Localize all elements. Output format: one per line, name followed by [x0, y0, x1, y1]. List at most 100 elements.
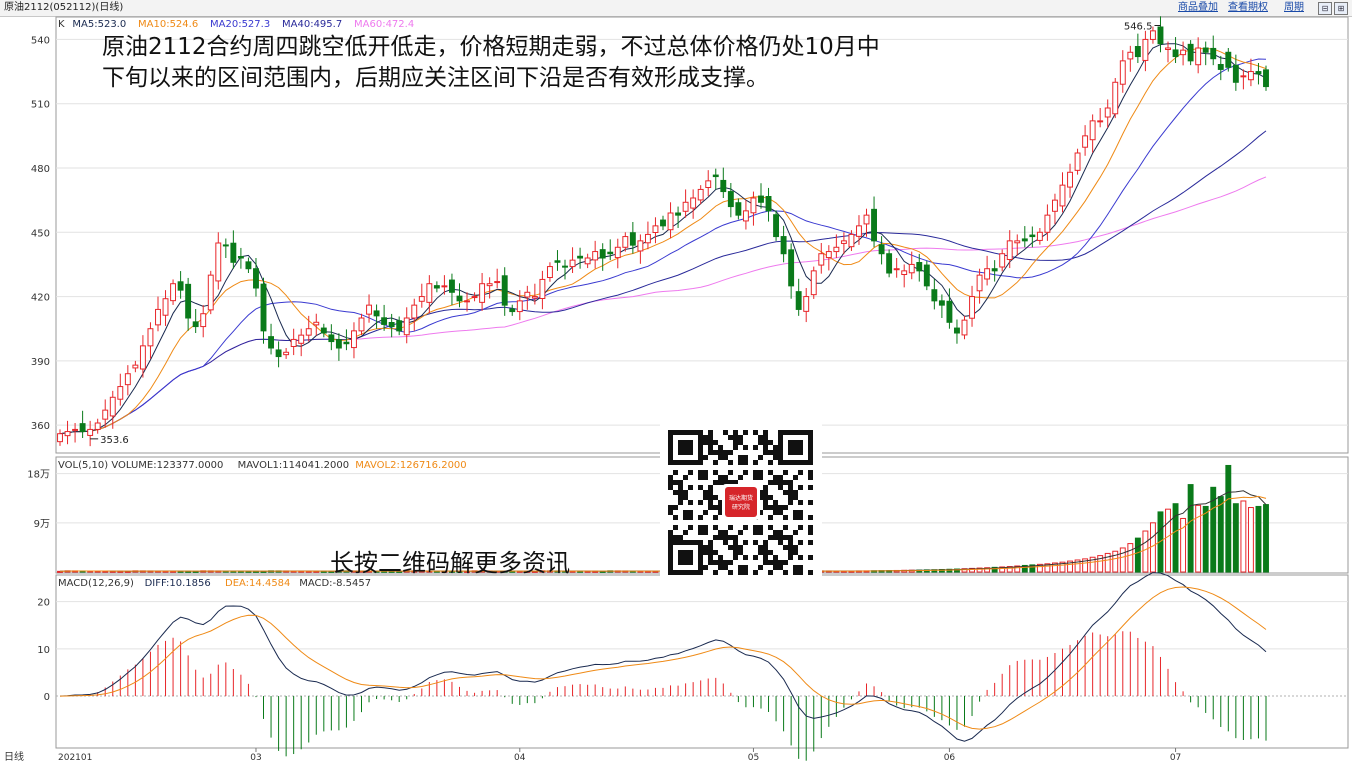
qr-module: [723, 475, 728, 480]
qr-module: [673, 515, 678, 520]
qr-module: [718, 565, 723, 570]
candle-body: [381, 317, 388, 325]
price-tick-label: 540: [31, 35, 50, 46]
qr-module: [688, 510, 693, 515]
candle-body: [509, 308, 516, 313]
qr-module: [768, 570, 773, 575]
qr-module: [683, 510, 688, 515]
volume-bar: [1255, 505, 1262, 573]
candle: [117, 373, 124, 406]
x-axis-label: 04: [514, 753, 526, 763]
qr-module: [703, 435, 708, 440]
qr-module: [778, 505, 783, 510]
candle: [170, 279, 177, 305]
qr-module: [783, 515, 788, 520]
qr-module: [793, 565, 798, 570]
candle: [1112, 78, 1119, 119]
qr-module: [668, 535, 673, 540]
candle-body: [908, 263, 915, 274]
qr-module: [768, 550, 773, 555]
qr-module: [778, 530, 783, 535]
qr-module: [728, 570, 733, 575]
qr-module: [798, 540, 803, 545]
candle-body: [94, 422, 101, 430]
candle: [893, 258, 900, 278]
candle-body: [848, 233, 855, 248]
candle-body: [773, 214, 780, 238]
qr-module: [718, 560, 723, 565]
qr-module: [743, 555, 748, 560]
qr-module: [698, 525, 703, 530]
candle-body: [1014, 240, 1021, 244]
qr-module: [783, 480, 788, 485]
candle: [554, 250, 561, 271]
headline-text: 原油2112合约周四跳空低开低走，价格短期走弱，不过总体价格仍处10月中下旬以来…: [102, 34, 880, 91]
qr-module: [758, 455, 763, 460]
candle: [614, 238, 621, 269]
qr-module: [708, 445, 713, 450]
qr-module: [768, 525, 773, 530]
qr-module: [788, 535, 793, 540]
candle: [449, 273, 455, 306]
candle: [298, 328, 305, 357]
qr-module: [743, 540, 748, 545]
candle-body: [57, 433, 63, 443]
candle: [539, 270, 546, 310]
qr-module: [763, 440, 768, 445]
ma60-line: [59, 176, 1267, 435]
qr-module: [668, 480, 673, 485]
qr-module: [728, 460, 733, 465]
candle: [931, 279, 938, 310]
candle-body: [441, 285, 448, 288]
qr-module: [763, 490, 768, 495]
candle-body: [592, 251, 599, 261]
candle-body: [969, 296, 975, 319]
qr-module: [783, 505, 788, 510]
candle-body: [780, 236, 787, 255]
qr-module: [743, 570, 748, 575]
candle-body: [599, 249, 606, 259]
qr-finder-center: [788, 440, 803, 455]
qr-module: [733, 545, 738, 550]
candle-body: [1134, 46, 1141, 58]
qr-module: [788, 555, 793, 560]
candle: [471, 292, 478, 302]
qr-module: [773, 450, 778, 455]
qr-module: [728, 450, 733, 455]
candle: [486, 277, 493, 299]
candle-body: [305, 328, 312, 336]
qr-module: [733, 445, 738, 450]
candle-body: [984, 268, 991, 280]
candle-body: [388, 322, 395, 328]
qr-code[interactable]: 瑞达期货 研究院: [660, 424, 822, 580]
qr-module: [738, 475, 743, 480]
candle-body: [373, 310, 380, 317]
candle-body: [1157, 26, 1164, 45]
candle-body: [735, 202, 742, 216]
candle-body: [358, 317, 365, 332]
qr-module: [668, 475, 673, 480]
candle-body: [1089, 120, 1096, 141]
candle-body: [1067, 171, 1073, 188]
qr-module: [703, 525, 708, 530]
candle: [57, 429, 63, 446]
qr-module: [708, 430, 713, 435]
candle: [132, 360, 139, 373]
qr-module: [753, 570, 758, 575]
qr-module: [683, 495, 688, 500]
candle: [320, 323, 327, 338]
ma5-line: [59, 43, 1267, 435]
volume-bar: [1263, 504, 1269, 573]
qr-module: [758, 550, 763, 555]
volume-bar: [1134, 537, 1141, 573]
qr-module: [703, 510, 708, 515]
qr-module: [668, 505, 673, 510]
qr-module: [718, 450, 723, 455]
candle-body: [275, 349, 282, 358]
qr-module: [688, 525, 693, 530]
candle-body: [999, 253, 1006, 268]
qr-module: [763, 560, 768, 565]
candle-body: [215, 242, 222, 282]
qr-module: [713, 505, 718, 510]
candle: [162, 290, 169, 326]
